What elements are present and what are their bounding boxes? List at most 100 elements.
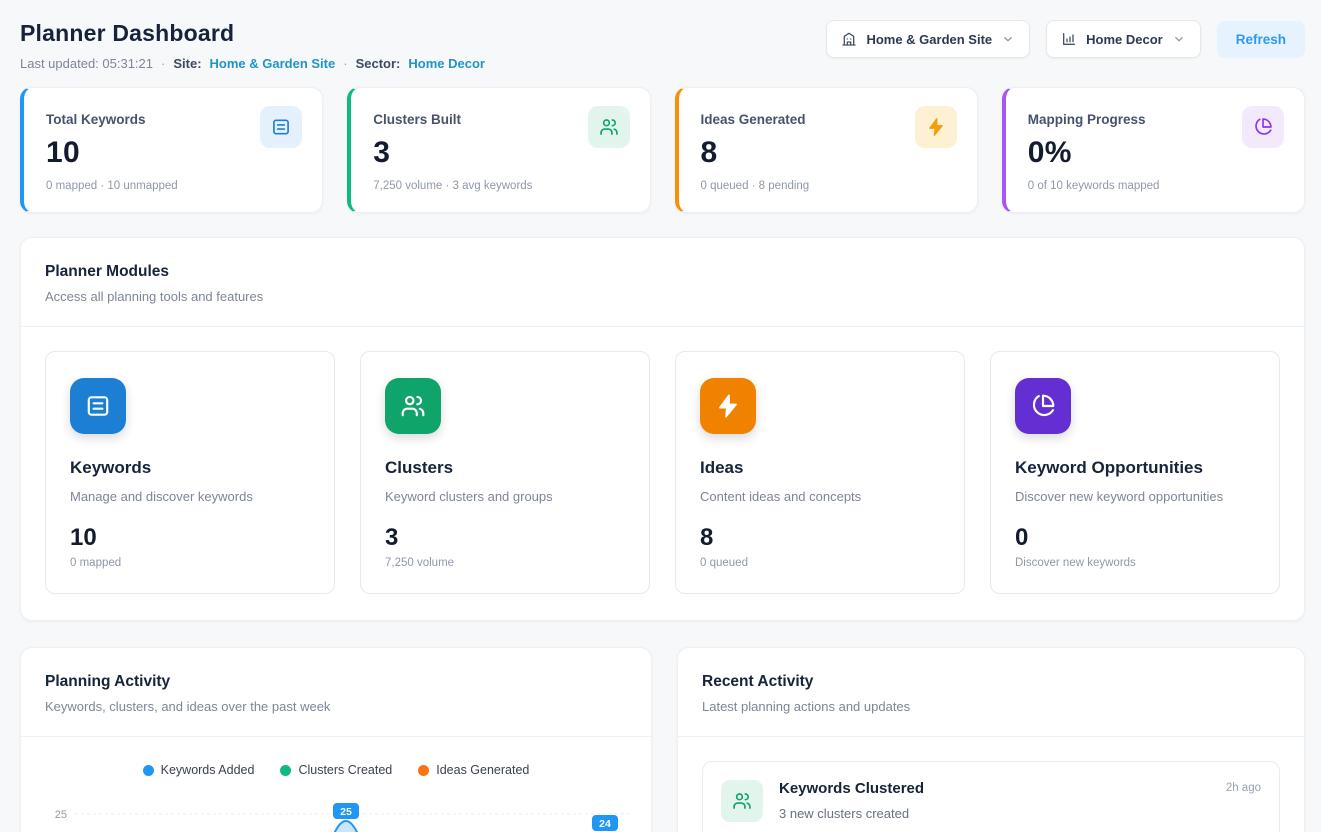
recent-activity-panel: Recent Activity Latest planning actions … (677, 647, 1305, 832)
legend-label: Keywords Added (161, 763, 255, 777)
list-icon (271, 117, 291, 137)
module-icon-chip (1015, 378, 1071, 434)
site-link[interactable]: Home & Garden Site (210, 56, 336, 71)
stats-row: Total Keywords 10 0 mapped · 10 unmapped… (20, 87, 1305, 213)
module-detail: 0 queued (700, 557, 940, 569)
stat-icon-chip (1242, 106, 1284, 148)
legend-item-clusters-created: Clusters Created (280, 763, 392, 777)
activity-description: 3 new clusters created (779, 806, 1261, 821)
module-description: Discover new keyword opportunities (1015, 489, 1255, 504)
chevron-down-icon (1001, 32, 1015, 46)
module-icon-chip (700, 378, 756, 434)
keywords-series-area (61, 821, 629, 832)
module-title: Keyword Opportunities (1015, 458, 1255, 478)
lightning-icon (715, 393, 741, 419)
svg-text:25: 25 (340, 806, 352, 818)
users-icon (732, 791, 752, 811)
module-value: 0 (1015, 524, 1255, 552)
module-card-ideas[interactable]: Ideas Content ideas and concepts 8 0 que… (675, 351, 965, 594)
module-description: Keyword clusters and groups (385, 489, 625, 504)
planner-dashboard-page: Planner Dashboard Last updated: 05:31:21… (0, 0, 1321, 832)
chevron-down-icon (1172, 32, 1186, 46)
planner-modules-panel: Planner Modules Access all planning tool… (20, 237, 1305, 621)
legend-label: Clusters Created (298, 763, 392, 777)
stat-card-clusters-built: Clusters Built 3 7,250 volume · 3 avg ke… (347, 87, 650, 213)
meta-separator: · (161, 56, 165, 71)
y-axis-tick: 25 (55, 809, 67, 821)
lightning-icon (926, 117, 946, 137)
point-label-badge: 24 (592, 815, 618, 831)
building-icon (841, 31, 857, 47)
svg-text:24: 24 (599, 818, 611, 830)
activity-time: 2h ago (1226, 780, 1261, 794)
module-value: 3 (385, 524, 625, 552)
page-meta: Last updated: 05:31:21 · Site: Home & Ga… (20, 56, 485, 71)
stat-detail: 0 of 10 keywords mapped (1028, 180, 1282, 192)
stat-detail: 0 queued · 8 pending (701, 180, 955, 192)
activity-icon-chip (721, 780, 763, 822)
legend-dot (280, 765, 291, 776)
module-detail: 0 mapped (70, 557, 310, 569)
stat-icon-chip (915, 106, 957, 148)
modules-panel-title: Planner Modules (45, 263, 1280, 281)
site-label: Site: (173, 56, 201, 71)
stat-icon-chip (588, 106, 630, 148)
module-title: Ideas (700, 458, 940, 478)
planning-activity-chart: 25 25 24 (41, 793, 631, 832)
list-icon (85, 393, 111, 419)
refresh-button[interactable]: Refresh (1217, 21, 1305, 58)
sector-selector-label: Home Decor (1086, 32, 1163, 47)
module-card-keywords[interactable]: Keywords Manage and discover keywords 10… (45, 351, 335, 594)
header-controls: Home & Garden Site Home Decor Refresh (826, 20, 1305, 58)
header-left: Planner Dashboard Last updated: 05:31:21… (20, 20, 485, 71)
module-title: Clusters (385, 458, 625, 478)
module-value: 10 (70, 524, 310, 552)
page-title: Planner Dashboard (20, 20, 485, 47)
pie-chart-icon (1253, 117, 1273, 137)
legend-dot (418, 765, 429, 776)
activity-row: Keywords Clustered 2h ago (779, 780, 1261, 797)
point-label-badge: 25 (333, 803, 359, 819)
stat-detail: 0 mapped · 10 unmapped (46, 180, 300, 192)
activity-body: Keywords Clustered 2h ago 3 new clusters… (779, 780, 1261, 821)
users-icon (599, 117, 619, 137)
module-card-clusters[interactable]: Clusters Keyword clusters and groups 3 7… (360, 351, 650, 594)
page-header: Planner Dashboard Last updated: 05:31:21… (20, 0, 1305, 71)
bar-chart-icon (1061, 31, 1077, 47)
pie-chart-icon (1030, 393, 1056, 419)
modules-panel-subtitle: Access all planning tools and features (45, 289, 1280, 304)
recent-activity-header: Recent Activity Latest planning actions … (678, 648, 1304, 737)
last-updated-text: Last updated: 05:31:21 (20, 56, 153, 71)
sector-selector-dropdown[interactable]: Home Decor (1046, 20, 1201, 58)
module-detail: Discover new keywords (1015, 557, 1255, 569)
recent-activity-title: Recent Activity (702, 673, 1280, 691)
modules-panel-header: Planner Modules Access all planning tool… (21, 238, 1304, 327)
sector-label: Sector: (356, 56, 401, 71)
sector-link[interactable]: Home Decor (408, 56, 485, 71)
module-card-keyword-opportunities[interactable]: Keyword Opportunities Discover new keywo… (990, 351, 1280, 594)
legend-label: Ideas Generated (436, 763, 529, 777)
stat-detail: 7,250 volume · 3 avg keywords (373, 180, 627, 192)
planning-activity-panel: Planning Activity Keywords, clusters, an… (20, 647, 652, 832)
stat-card-ideas-generated: Ideas Generated 8 0 queued · 8 pending (675, 87, 978, 213)
legend-item-ideas-generated: Ideas Generated (418, 763, 529, 777)
activity-title: Keywords Clustered (779, 780, 924, 797)
users-icon (400, 393, 426, 419)
modules-grid: Keywords Manage and discover keywords 10… (21, 327, 1304, 620)
module-description: Manage and discover keywords (70, 489, 310, 504)
chart-legend: Keywords Added Clusters Created Ideas Ge… (21, 763, 651, 777)
site-selector-dropdown[interactable]: Home & Garden Site (826, 20, 1030, 58)
module-detail: 7,250 volume (385, 557, 625, 569)
chart-area: 25 25 24 (21, 793, 651, 832)
stat-card-total-keywords: Total Keywords 10 0 mapped · 10 unmapped (20, 87, 323, 213)
module-description: Content ideas and concepts (700, 489, 940, 504)
module-value: 8 (700, 524, 940, 552)
legend-item-keywords-added: Keywords Added (143, 763, 255, 777)
recent-activity-subtitle: Latest planning actions and updates (702, 699, 1280, 714)
module-icon-chip (385, 378, 441, 434)
meta-separator: · (343, 56, 347, 71)
stat-icon-chip (260, 106, 302, 148)
planning-activity-title: Planning Activity (45, 673, 627, 691)
activity-list: Keywords Clustered 2h ago 3 new clusters… (678, 737, 1304, 832)
activity-item-keywords-clustered[interactable]: Keywords Clustered 2h ago 3 new clusters… (702, 761, 1280, 832)
